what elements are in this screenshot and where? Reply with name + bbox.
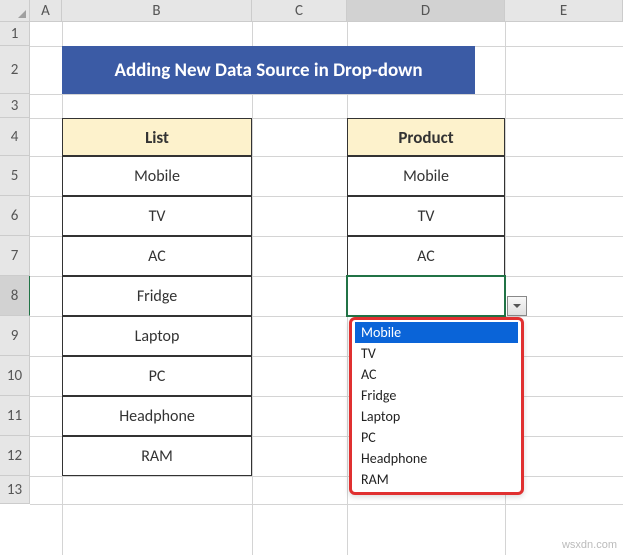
row-header-13[interactable]: 13 [0,476,30,504]
list-cell-4[interactable]: Fridge [62,276,252,316]
row-header-3[interactable]: 3 [0,94,30,118]
row-header-8[interactable]: 8 [0,276,30,316]
row-header-10[interactable]: 10 [0,356,30,396]
list-value: PC [149,367,166,386]
dropdown-option-label: Mobile [361,324,401,341]
dropdown-list[interactable]: Mobile TV AC Fridge Laptop PC Headphone … [349,317,524,495]
list-value: AC [148,247,166,266]
active-cell-d8[interactable] [346,275,506,317]
dropdown-option-label: Laptop [361,408,400,425]
dropdown-option-label: Headphone [361,450,427,467]
dropdown-option[interactable]: PC [355,427,518,448]
row-header-5[interactable]: 5 [0,156,30,196]
col-header-D[interactable]: D [347,0,505,22]
col-header-E[interactable]: E [505,0,623,22]
dropdown-option[interactable]: Laptop [355,406,518,427]
dropdown-option[interactable]: TV [355,343,518,364]
list-value: RAM [141,447,173,466]
row-header-2[interactable]: 2 [0,46,30,94]
row-header-4[interactable]: 4 [0,118,30,156]
list-header-cell[interactable]: List [62,118,252,156]
list-value: Laptop [135,327,180,346]
list-cell-5[interactable]: Laptop [62,316,252,356]
title-text: Adding New Data Source in Drop-down [114,59,422,82]
list-value: Headphone [119,407,195,426]
col-header-A[interactable]: A [30,0,62,22]
list-value: Fridge [137,287,177,306]
list-value: Mobile [134,167,180,186]
list-cell-3[interactable]: AC [62,236,252,276]
dropdown-option-label: PC [361,429,376,446]
watermark: wsxdn.com [562,539,617,551]
row-header-7[interactable]: 7 [0,236,30,276]
list-value: TV [149,207,166,226]
product-header-label: Product [398,127,453,148]
product-value: Mobile [403,167,449,186]
row-header-9[interactable]: 9 [0,316,30,356]
list-cell-7[interactable]: Headphone [62,396,252,436]
product-cell-1[interactable]: Mobile [347,156,505,196]
col-header-C[interactable]: C [252,0,347,22]
column-headers: A B C D E [0,0,623,22]
product-header-cell[interactable]: Product [347,118,505,156]
product-value: AC [417,247,435,266]
dropdown-option[interactable]: Headphone [355,448,518,469]
row-header-12[interactable]: 12 [0,436,30,476]
title-banner: Adding New Data Source in Drop-down [62,46,475,94]
product-cell-3[interactable]: AC [347,236,505,276]
row-header-6[interactable]: 6 [0,196,30,236]
list-cell-2[interactable]: TV [62,196,252,236]
dropdown-option[interactable]: Fridge [355,385,518,406]
col-header-B[interactable]: B [62,0,252,22]
row-headers: 1 2 3 4 5 6 7 8 9 10 11 12 13 [0,22,30,504]
spreadsheet-area: A B C D E 1 2 3 4 5 6 7 8 9 10 11 12 13 [0,0,623,555]
row-header-1[interactable]: 1 [0,22,30,46]
dropdown-option-label: RAM [361,471,389,488]
dropdown-option-label: Fridge [361,387,396,404]
list-cell-1[interactable]: Mobile [62,156,252,196]
product-cell-2[interactable]: TV [347,196,505,236]
dropdown-option[interactable]: Mobile [355,322,518,343]
chevron-down-icon [512,301,522,311]
select-all-corner[interactable] [0,0,30,22]
dropdown-option-label: TV [361,345,376,362]
list-cell-6[interactable]: PC [62,356,252,396]
dropdown-option-label: AC [361,366,376,383]
list-cell-8[interactable]: RAM [62,436,252,476]
dropdown-option[interactable]: RAM [355,469,518,490]
product-value: TV [418,207,435,226]
dropdown-button[interactable] [507,296,527,316]
list-header-label: List [145,127,169,148]
dropdown-option[interactable]: AC [355,364,518,385]
row-header-11[interactable]: 11 [0,396,30,436]
